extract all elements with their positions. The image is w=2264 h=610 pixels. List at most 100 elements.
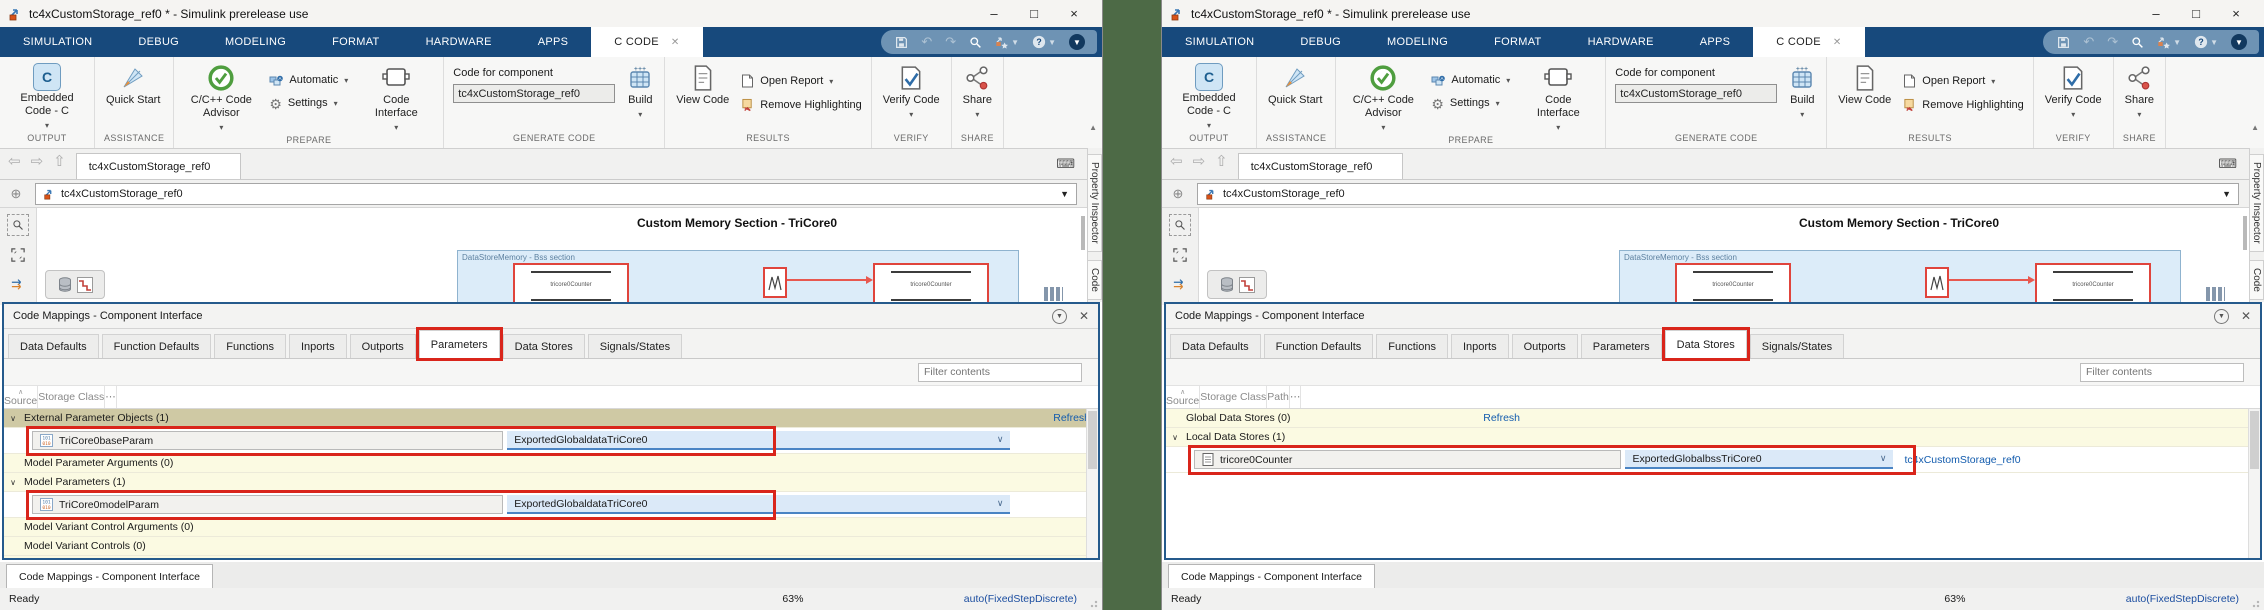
forward-icon[interactable]: ⇨ [1193, 152, 1206, 170]
embedded-code-button[interactable]: C Embedded Code - C ▾ [9, 62, 85, 133]
build-button[interactable]: +++ Build ▾ [625, 62, 655, 122]
mapping-tab-inports[interactable]: Inports [289, 334, 347, 358]
mapping-tab-function-defaults[interactable]: Function Defaults [1264, 334, 1374, 358]
mapping-tab-data-stores[interactable]: Data Stores [1665, 330, 1747, 358]
tab-code[interactable]: Code [1088, 260, 1102, 300]
tab-code[interactable]: Code [2250, 260, 2264, 300]
mapping-tab-outports[interactable]: Outports [350, 334, 416, 358]
signal-routing-icon[interactable] [8, 274, 28, 294]
tab-hardware[interactable]: HARDWARE [403, 27, 515, 57]
breadcrumb[interactable]: tc4xCustomStorage_ref0 ▼ [1197, 183, 2239, 205]
column-header-[interactable]: ⋯ [105, 386, 117, 408]
chevron-down-icon[interactable]: ∨ [997, 498, 1004, 509]
verify-code-button[interactable]: Verify Code ▾ [2043, 62, 2104, 122]
verify-code-button[interactable]: Verify Code ▾ [881, 62, 942, 122]
scrollbar-thumb[interactable] [1088, 411, 1097, 469]
signal-line[interactable] [787, 279, 869, 281]
model-canvas[interactable]: Custom Memory Section - TriCore0 DataSto… [37, 208, 1087, 305]
mapping-tab-data-stores[interactable]: Data Stores [503, 334, 585, 358]
undo-icon[interactable]: ↶ [2083, 34, 2094, 50]
chevron-down-icon[interactable]: ▼ [1060, 189, 1069, 199]
column-header-storage-class[interactable]: Storage Class [1200, 386, 1267, 408]
back-icon[interactable]: ⇦ [1170, 152, 1183, 170]
settings-dropdown[interactable]: ⚙ Settings ▾ [1431, 97, 1510, 110]
code-mappings-bottom-tab[interactable]: Code Mappings - Component Interface [1168, 564, 1375, 588]
data-store-block-2[interactable]: tricore0Counter [2035, 263, 2151, 305]
redo-icon[interactable]: ↷ [2107, 34, 2118, 50]
data-store-block-1[interactable]: tricore0Counter [513, 263, 629, 305]
toolstrip-minimize-icon[interactable]: ▼ [2231, 34, 2247, 50]
document-tab[interactable]: tc4xCustomStorage_ref0 [1238, 153, 1404, 179]
column-header-source[interactable]: ∧Source [1166, 386, 1200, 408]
mapping-tab-data-defaults[interactable]: Data Defaults [1170, 334, 1261, 358]
close-tab-icon[interactable]: ✕ [671, 37, 680, 48]
automatic-dropdown[interactable]: A Automatic ▾ [1431, 74, 1510, 87]
maximize-button[interactable]: □ [2176, 6, 2216, 21]
share-button[interactable]: Share ▾ [961, 62, 994, 122]
tab-property-inspector[interactable]: Property Inspector [1088, 154, 1102, 252]
chevron-down-icon[interactable]: ∨ [997, 434, 1004, 445]
code-interface-button[interactable]: Code Interface ▾ [358, 62, 434, 135]
code-mappings-bottom-tab[interactable]: Code Mappings - Component Interface [6, 564, 213, 588]
source-cell[interactable]: 101010TriCore0modelParam [32, 495, 503, 514]
embedded-code-button[interactable]: C Embedded Code - C ▾ [1171, 62, 1247, 133]
bss-section-area[interactable]: DataStoreMemory - Bss section tricore0Co… [457, 250, 1019, 305]
group-row-model-parameters-1[interactable]: ∨Model Parameters (1) [4, 473, 1098, 492]
component-field[interactable] [453, 84, 615, 103]
resize-grip[interactable] [2252, 598, 2262, 608]
canvas-vertical-scrollbar[interactable] [2243, 216, 2247, 250]
solver-link[interactable]: auto(FixedStepDiscrete) [2126, 593, 2255, 605]
panel-close-icon[interactable]: ✕ [1079, 309, 1089, 323]
mapping-tab-function-defaults[interactable]: Function Defaults [102, 334, 212, 358]
group-row-model-variant-controls-0[interactable]: Model Variant Controls (0) [4, 537, 1098, 556]
tab-simulation[interactable]: SIMULATION [1162, 27, 1277, 57]
canvas-vertical-scrollbar[interactable] [1081, 216, 1085, 250]
mapping-tab-parameters[interactable]: Parameters [419, 330, 500, 358]
open-report-button[interactable]: Open Report ▾ [1903, 74, 2024, 88]
view-code-button[interactable]: View Code [1836, 62, 1893, 108]
up-icon[interactable]: ⇧ [53, 152, 66, 170]
storage-class-dropdown[interactable]: ExportedGlobaldataTriCore0∨ [507, 431, 1010, 450]
component-field[interactable] [1615, 84, 1777, 103]
quick-start-button[interactable]: Quick Start [1266, 62, 1324, 108]
zoom-tool-icon[interactable] [1169, 214, 1191, 236]
expand-chevron-icon[interactable]: ∨ [1166, 433, 1184, 442]
signal-block[interactable] [763, 267, 787, 298]
tab-modeling[interactable]: MODELING [202, 27, 309, 57]
open-report-button[interactable]: Open Report ▾ [741, 74, 862, 88]
tab-modeling[interactable]: MODELING [1364, 27, 1471, 57]
group-row-model-parameter-arguments-0[interactable]: Model Parameter Arguments (0) [4, 454, 1098, 473]
mapping-tab-parameters[interactable]: Parameters [1581, 334, 1662, 358]
refresh-link[interactable]: Refresh [1483, 412, 1520, 424]
redo-icon[interactable]: ↷ [945, 34, 956, 50]
tab-apps[interactable]: APPS [1677, 27, 1754, 57]
column-header-storage-class[interactable]: Storage Class [38, 386, 105, 408]
column-header-[interactable]: ⋯ [1290, 386, 1302, 408]
filter-input[interactable] [918, 363, 1082, 382]
group-row-external-parameter-objects-1[interactable]: ∨External Parameter Objects (1)Refresh [4, 409, 1098, 428]
filter-input[interactable] [2080, 363, 2244, 382]
close-tab-icon[interactable]: ✕ [1833, 37, 1842, 48]
mapping-tab-signals-states[interactable]: Signals/States [588, 334, 682, 358]
table-vertical-scrollbar[interactable] [1086, 409, 1098, 558]
model-canvas[interactable]: Custom Memory Section - TriCore0 DataSto… [1199, 208, 2249, 305]
save-icon[interactable] [2057, 36, 2070, 49]
panel-collapse-icon[interactable]: ▼ [2214, 309, 2229, 324]
storage-class-dropdown[interactable]: ExportedGlobalbssTriCore0∨ [1625, 450, 1893, 469]
keyboard-icon[interactable]: ⌨ [1056, 156, 1075, 172]
refresh-link[interactable]: Refresh [1053, 412, 1090, 424]
table-row-tricore0modelparam[interactable]: 101010TriCore0modelParamExportedGlobalda… [4, 492, 1098, 518]
canvas-badge[interactable] [1207, 270, 1267, 299]
help-icon[interactable]: ? ▼ [1032, 35, 1056, 49]
share-button[interactable]: Share ▾ [2123, 62, 2156, 122]
ribbon-collapse-icon[interactable]: ▲ [1089, 123, 1097, 132]
code-interface-button[interactable]: Code Interface ▾ [1520, 62, 1596, 135]
zoom-tool-icon[interactable] [7, 214, 29, 236]
settings-dropdown[interactable]: ⚙ Settings ▾ [269, 97, 348, 110]
path-link[interactable]: tc4xCustomStorage_ref0 [1904, 454, 2020, 466]
bss-section-area[interactable]: DataStoreMemory - Bss section tricore0Co… [1619, 250, 2181, 305]
group-row-model-variant-variables-0[interactable]: Model Variant Variables (0) [4, 556, 1098, 558]
tab-format[interactable]: FORMAT [1471, 27, 1564, 57]
code-advisor-button[interactable]: C/C++ Code Advisor ▾ [1345, 62, 1421, 135]
tab-debug[interactable]: DEBUG [1277, 27, 1364, 57]
